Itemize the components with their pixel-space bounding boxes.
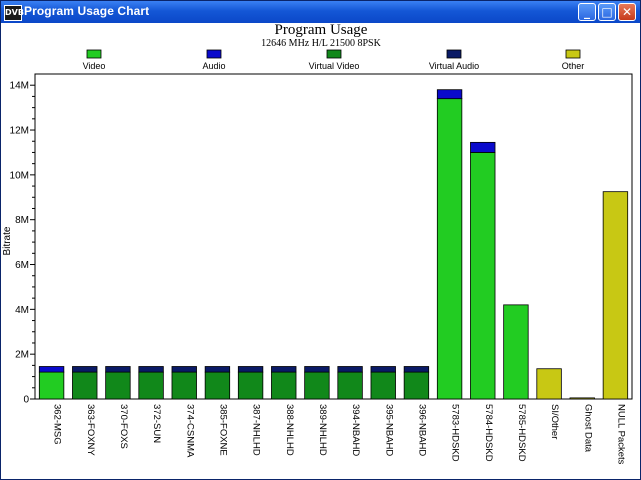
chart-axes: 0 2M 4M 6M 8M 10M 12M 14M [10, 73, 633, 406]
legend-item: Video [83, 49, 106, 71]
legend-swatch [446, 49, 462, 59]
bar-segment [105, 366, 131, 373]
bar-segment [171, 371, 197, 400]
bar-segment [271, 366, 297, 373]
legend-swatch [565, 49, 581, 59]
bar-segment [370, 371, 396, 400]
bar-segment [503, 304, 529, 400]
x-tick-label: 370-FOXS [118, 404, 129, 449]
bar-segment [72, 366, 98, 373]
x-tick-label: 385-FOXNE [217, 404, 228, 456]
y-axis-label: Bitrate [2, 226, 13, 255]
x-tick-label: Ghost Data [582, 404, 593, 453]
bar-segment [403, 366, 430, 373]
x-tick-label: 388-NHLHD [284, 404, 295, 456]
app-window: DVB Program Usage Chart _ □ ✕ Program Us… [0, 0, 641, 480]
x-axis-labels: 362-MSG 363-FOXNY 370-FOXS 372-SUN 374-CSNMA… [52, 404, 627, 465]
bar-segment [337, 366, 363, 373]
close-button[interactable]: ✕ [618, 3, 636, 21]
x-tick-label: 394-NBAHD [350, 404, 361, 456]
legend-label: Virtual Audio [429, 61, 479, 71]
bar-segment [237, 371, 264, 400]
bar-segment [38, 371, 65, 400]
bar-segment [72, 371, 98, 400]
y-tick-label: 0 [23, 395, 29, 406]
y-tick-label: 14M [10, 81, 29, 92]
x-tick-label: SI/Other [549, 404, 560, 439]
program-usage-chart: Program Usage 12646 MHz H/L 21500 8PSK V… [2, 23, 633, 465]
x-tick-label: 395-NBAHD [383, 404, 394, 456]
x-tick-label: 5784-HDSKD [483, 404, 494, 462]
legend-swatch [206, 49, 222, 59]
chart-bars [38, 89, 629, 400]
bar-segment [436, 98, 463, 400]
plot-area-frame [34, 73, 633, 400]
bar-segment [105, 371, 131, 400]
legend-swatch [86, 49, 102, 59]
x-tick-label: 387-NHLHD [251, 404, 262, 456]
x-tick-label: 362-MSG [52, 404, 63, 445]
bar-segment [536, 368, 562, 400]
bar-segment [138, 366, 164, 373]
x-tick-label: 372-SUN [151, 404, 162, 443]
bar-segment [138, 371, 164, 400]
x-tick-label: NULL Packets [615, 404, 626, 465]
title-bar[interactable]: DVB Program Usage Chart _ □ ✕ [1, 1, 640, 23]
y-tick-label: 12M [10, 126, 29, 137]
y-tick-label: 6M [15, 260, 29, 271]
bar-segment [470, 141, 496, 153]
bar-segment [602, 191, 629, 400]
legend-label: Video [83, 61, 106, 71]
bar-segment [370, 366, 396, 373]
minimize-button[interactable]: _ [578, 3, 596, 21]
window-title: Program Usage Chart [24, 4, 150, 18]
bar-segment [304, 366, 330, 373]
bar-segment [237, 366, 264, 373]
y-tick-label: 10M [10, 170, 29, 181]
x-tick-label: 363-FOXNY [85, 404, 96, 456]
bar-segment [470, 152, 496, 400]
legend-item: Audio [202, 49, 226, 71]
chart-title: Program Usage [275, 23, 368, 38]
bar-segment [204, 371, 231, 400]
legend-label: Other [562, 61, 585, 71]
app-icon: DVB [4, 5, 24, 21]
chart-legend: Video Audio Virtual Video Virtual Audio Othe… [83, 49, 585, 71]
bar-segment [171, 366, 197, 373]
bar-segment [569, 397, 595, 400]
y-tick-label: 4M [15, 305, 29, 316]
y-tick-label: 2M [15, 350, 29, 361]
bar-segment [337, 371, 363, 400]
bar-segment [38, 366, 65, 373]
bar-segment [204, 366, 231, 373]
legend-item: Virtual Audio [429, 49, 479, 71]
maximize-button[interactable]: □ [598, 3, 616, 21]
y-tick-label: 8M [15, 215, 29, 226]
legend-item: Virtual Video [309, 49, 360, 71]
legend-item: Other [562, 49, 585, 71]
bar-segment [304, 371, 330, 400]
bar-segment [403, 371, 430, 400]
x-tick-label: 389-NHLHD [317, 404, 328, 456]
legend-label: Virtual Video [309, 61, 360, 71]
x-tick-label: 5785-HDSKD [516, 404, 527, 462]
bar-segment [271, 371, 297, 400]
chart-subtitle: 12646 MHz H/L 21500 8PSK [261, 38, 381, 49]
legend-label: Audio [202, 61, 225, 71]
bar-segment [436, 89, 463, 100]
legend-swatch [326, 49, 342, 59]
x-tick-label: 374-CSNMA [184, 404, 195, 458]
x-tick-label: 396-NBAHD [416, 404, 427, 456]
x-tick-label: 5783-HDSKD [450, 404, 461, 462]
